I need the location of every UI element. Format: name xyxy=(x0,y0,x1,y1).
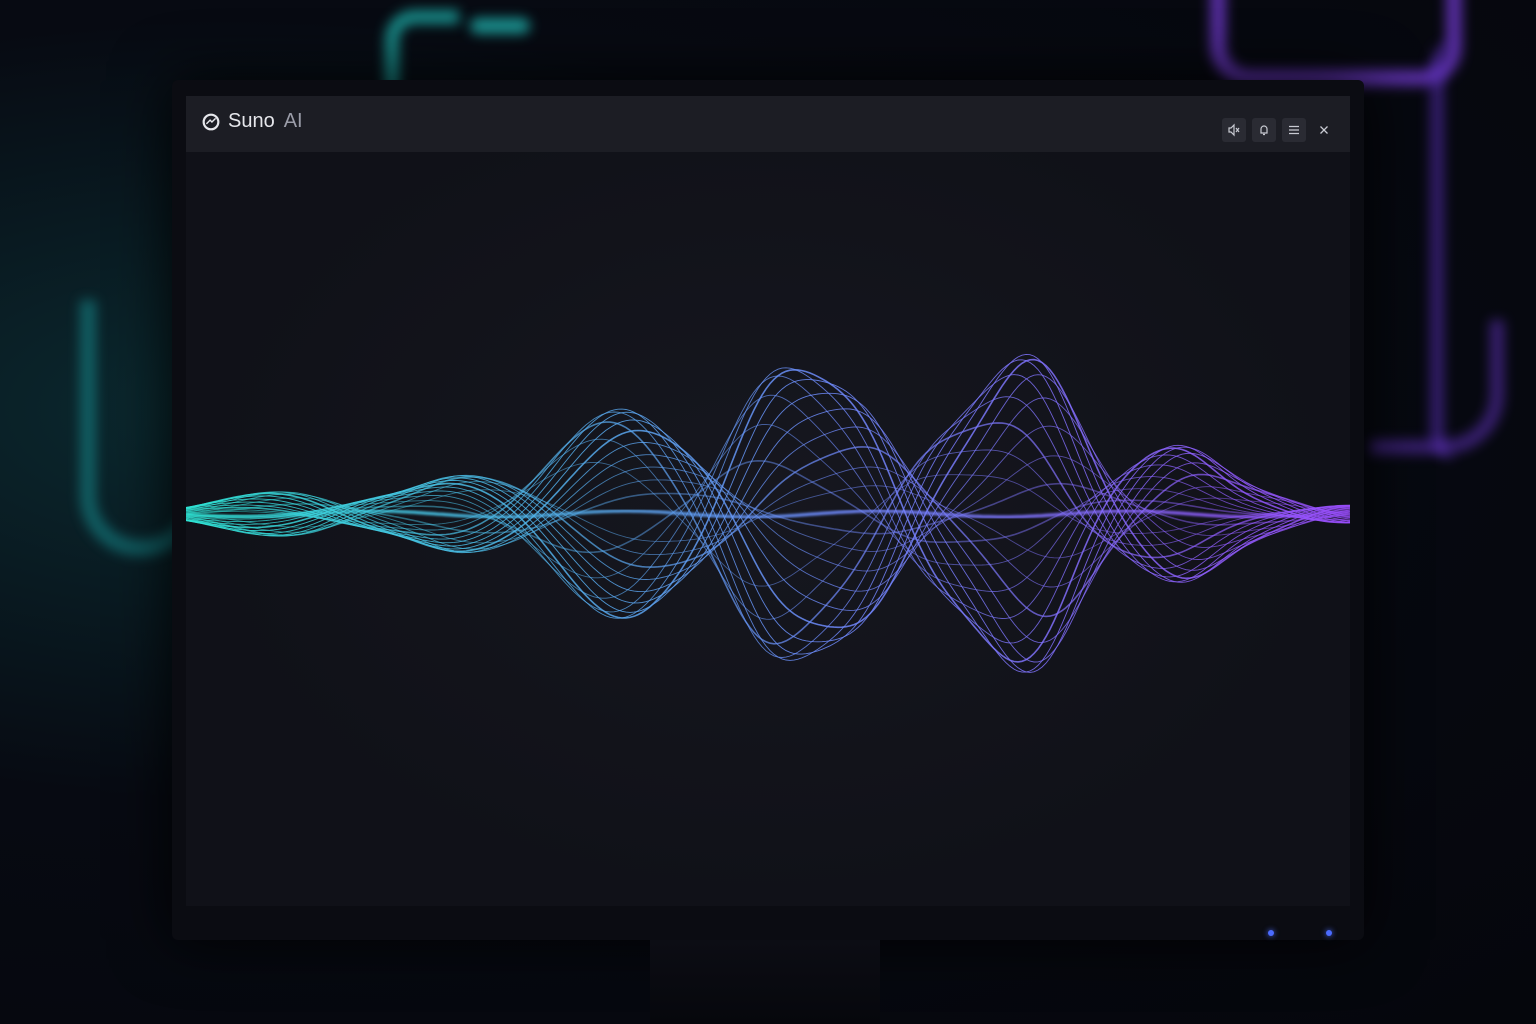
power-led xyxy=(1268,930,1274,936)
neon-light xyxy=(1210,0,1462,86)
notifications-button[interactable] xyxy=(1252,118,1276,142)
brand-suffix: AI xyxy=(283,110,303,132)
waveform-canvas xyxy=(186,353,1350,673)
waveform-line xyxy=(186,358,1350,629)
speaker-mute-icon xyxy=(1228,123,1240,137)
title-bar: Suno AI xyxy=(186,96,1350,153)
waveform-line xyxy=(186,394,1350,599)
close-icon xyxy=(1320,126,1328,134)
brand-logo[interactable]: Suno AI xyxy=(200,110,303,133)
suno-logo-icon xyxy=(202,113,220,130)
waveform-line xyxy=(186,446,1350,618)
mute-button[interactable] xyxy=(1222,118,1246,142)
bell-icon xyxy=(1260,125,1268,136)
waveform-visualizer xyxy=(186,152,1350,906)
monitor-stand xyxy=(650,940,880,1024)
hamburger-icon xyxy=(1289,125,1299,135)
waveform-line xyxy=(186,392,1350,673)
window-controls xyxy=(1222,118,1336,142)
brand-name: Suno xyxy=(228,110,275,132)
neon-light xyxy=(470,18,530,34)
menu-button[interactable] xyxy=(1282,118,1306,142)
waveform-line xyxy=(186,353,1350,643)
close-button[interactable] xyxy=(1312,118,1336,142)
app-window: Suno AI xyxy=(186,96,1350,906)
power-led xyxy=(1326,930,1332,936)
neon-light xyxy=(1370,320,1504,454)
waveform-line xyxy=(186,408,1350,663)
scene-background: Suno AI xyxy=(0,0,1536,1024)
waveform-line xyxy=(186,438,1350,620)
